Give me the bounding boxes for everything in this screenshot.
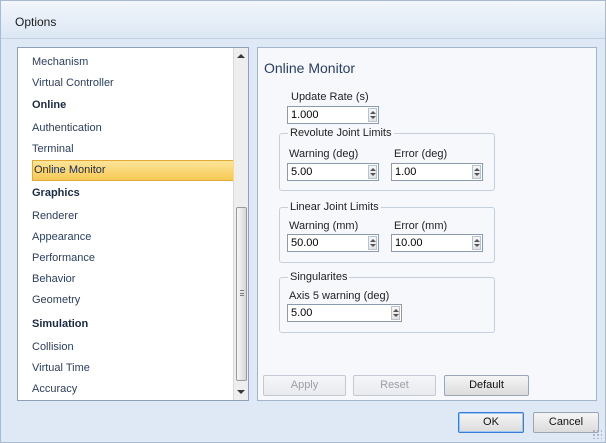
linear-joint-limits-group: Linear Joint Limits Warning (mm) 50.00 E… <box>279 201 495 263</box>
online-monitor-panel: Online Monitor Update Rate (s) 1.000 Rev… <box>257 47 597 401</box>
revolute-warning-label: Warning (deg) <box>289 148 359 160</box>
title-bar[interactable]: Options <box>1 1 605 39</box>
nav-item-geometry[interactable]: Geometry <box>18 290 233 311</box>
revolute-warning-spinner-icon[interactable] <box>368 165 377 179</box>
scroll-down-arrow-icon[interactable] <box>237 390 245 394</box>
revolute-joint-limits-group: Revolute Joint Limits Warning (deg) 5.00… <box>279 127 495 191</box>
nav-header-graphics: Graphics <box>32 187 80 199</box>
linear-warning-spinner-icon[interactable] <box>368 236 377 250</box>
scroll-thumb[interactable] <box>236 207 247 381</box>
resize-grip-icon[interactable] <box>592 429 602 439</box>
nav-item-collision[interactable]: Collision <box>18 337 233 358</box>
nav-item-behavior[interactable]: Behavior <box>18 269 233 290</box>
nav-item-renderer[interactable]: Renderer <box>18 206 233 227</box>
nav-header-simulation: Simulation <box>32 318 89 330</box>
singularities-group-title: Singularites <box>288 271 350 283</box>
linear-group-title: Linear Joint Limits <box>288 201 381 213</box>
nav-item-authentication[interactable]: Authentication <box>18 118 233 139</box>
default-button[interactable]: Default <box>444 375 529 396</box>
nav-item-virtual-time[interactable]: Virtual Time <box>18 358 233 379</box>
reset-button[interactable]: Reset <box>353 375 436 396</box>
options-category-list: Mechanism Virtual Controller Online Auth… <box>18 48 234 400</box>
linear-error-label: Error (mm) <box>394 220 448 232</box>
linear-warning-value: 50.00 <box>291 237 319 249</box>
nav-item-online-monitor[interactable]: Online Monitor <box>32 160 234 181</box>
nav-item-appearance[interactable]: Appearance <box>18 227 233 248</box>
revolute-warning-input[interactable]: 5.00 <box>287 163 379 181</box>
options-dialog: Options Mechanism Virtual Controller Onl… <box>0 0 606 443</box>
revolute-warning-value: 5.00 <box>291 166 313 178</box>
revolute-group-title: Revolute Joint Limits <box>288 127 394 139</box>
scroll-grip-icon <box>240 290 244 296</box>
update-rate-input[interactable]: 1.000 <box>287 106 379 124</box>
revolute-error-label: Error (deg) <box>394 148 448 160</box>
nav-item-terminal[interactable]: Terminal <box>18 139 233 160</box>
nav-item-virtual-controller[interactable]: Virtual Controller <box>18 73 233 94</box>
linear-error-input[interactable]: 10.00 <box>391 234 483 252</box>
scroll-up-arrow-icon[interactable] <box>237 54 245 58</box>
apply-button[interactable]: Apply <box>263 375 346 396</box>
nav-item-performance[interactable]: Performance <box>18 248 233 269</box>
linear-warning-label: Warning (mm) <box>289 220 359 232</box>
axis5-warning-label: Axis 5 warning (deg) <box>289 290 390 302</box>
revolute-error-input[interactable]: 1.00 <box>391 163 483 181</box>
revolute-error-value: 1.00 <box>395 166 417 178</box>
ok-button[interactable]: OK <box>458 412 524 433</box>
linear-error-spinner-icon[interactable] <box>472 236 481 250</box>
axis5-warning-value: 5.00 <box>291 307 313 319</box>
singularities-group: Singularites Axis 5 warning (deg) 5.00 <box>279 271 495 333</box>
axis5-warning-spinner-icon[interactable] <box>391 306 400 320</box>
linear-error-value: 10.00 <box>395 237 423 249</box>
options-nav-panel: Mechanism Virtual Controller Online Auth… <box>17 47 249 401</box>
cancel-button[interactable]: Cancel <box>533 412 599 433</box>
nav-scrollbar[interactable] <box>233 48 248 400</box>
update-rate-value: 1.000 <box>291 109 319 121</box>
nav-item-mechanism[interactable]: Mechanism <box>18 52 233 73</box>
revolute-error-spinner-icon[interactable] <box>472 165 481 179</box>
panel-title: Online Monitor <box>264 60 356 76</box>
axis5-warning-input[interactable]: 5.00 <box>287 304 402 322</box>
linear-warning-input[interactable]: 50.00 <box>287 234 379 252</box>
window-title: Options <box>15 15 57 29</box>
update-rate-spinner-icon[interactable] <box>368 108 377 122</box>
nav-header-online: Online <box>32 99 67 111</box>
nav-item-accuracy[interactable]: Accuracy <box>18 379 233 400</box>
update-rate-label: Update Rate (s) <box>291 91 369 103</box>
